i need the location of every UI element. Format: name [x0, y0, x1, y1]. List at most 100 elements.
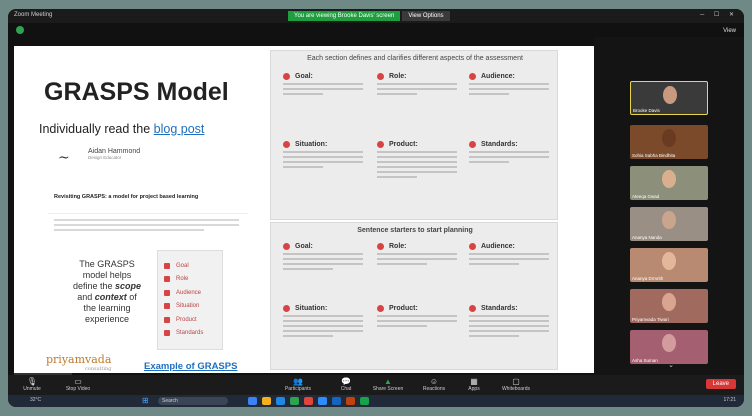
- aspect-cell: Standards:: [469, 141, 561, 163]
- participant-tile[interactable]: Priyamvada Tiwari: [630, 289, 708, 323]
- product-icon: [377, 305, 384, 312]
- context-word: context: [94, 292, 127, 302]
- grasps-box-item: Audience: [164, 286, 216, 300]
- weather-widget[interactable]: 32°C: [30, 397, 41, 403]
- starters-panel-title: Sentence starters to start planning: [357, 227, 473, 234]
- starter-cell: Product:: [377, 305, 469, 327]
- chat-icon: 💬: [341, 377, 351, 386]
- whiteboards-label: Whiteboards: [501, 386, 531, 392]
- aspect-cell: Goal:: [283, 73, 375, 95]
- zoom-icon[interactable]: [318, 397, 327, 405]
- pin-icon: [283, 305, 290, 312]
- grasps-line: the learning: [83, 303, 131, 313]
- chevron-down-icon[interactable]: ⌄: [664, 361, 678, 371]
- view-button[interactable]: View: [723, 28, 736, 34]
- participant-tile[interactable]: Asha Suman: [630, 330, 708, 364]
- target-icon: [283, 243, 290, 250]
- folder-icon[interactable]: [262, 397, 271, 405]
- starter-cell: Audience:: [469, 243, 561, 265]
- participant-name: Sohia Sabha Bindhita: [632, 153, 676, 158]
- chat-label: Chat: [340, 386, 352, 392]
- video-button[interactable]: ▭ Stop Video: [58, 377, 98, 392]
- grasps-box-item: Situation: [164, 300, 216, 314]
- pin-icon: [164, 303, 170, 310]
- sharing-status: You are viewing Brooke Davis' screen: [288, 11, 401, 21]
- target-icon: [164, 262, 170, 269]
- participant-video: [662, 293, 676, 311]
- slide-left-column: GRASPS Model Individually read the blog …: [14, 46, 270, 373]
- windows-taskbar: 32°C ⊞ Search 17:21: [8, 395, 744, 407]
- participant-name: Brooke Davis: [633, 108, 660, 113]
- reactions-button[interactable]: ☺ Reactions: [414, 377, 454, 392]
- edge-icon[interactable]: [276, 397, 285, 405]
- participant-name: Ananya Nanda: [632, 235, 662, 240]
- standards-icon: [469, 141, 476, 148]
- apps-button[interactable]: ▦ Apps: [454, 377, 494, 392]
- encryption-icon[interactable]: [16, 26, 24, 34]
- participant-video: [663, 86, 677, 104]
- author-info: Aidan Hammond Design Educator: [88, 148, 140, 160]
- share-screen-button[interactable]: ▲ Share Screen: [368, 377, 408, 392]
- starter-cell: Situation:: [283, 305, 375, 337]
- grasps-box-label: Situation: [176, 303, 200, 310]
- participant-tile[interactable]: Ananya Drmrith: [630, 248, 708, 282]
- participant-tile[interactable]: Ateeqa Gwad: [630, 166, 708, 200]
- taskbar-search[interactable]: Search: [158, 397, 228, 405]
- sharing-banner: You are viewing Brooke Davis' screen Vie…: [288, 11, 450, 21]
- aspect-label: Audience:: [481, 73, 515, 80]
- aspect-cell: Audience:: [469, 73, 561, 95]
- apps-icon: ▦: [470, 377, 478, 386]
- camera-icon: ▭: [74, 377, 82, 386]
- scope-word: scope: [115, 281, 142, 291]
- blog-card: ~ Aidan Hammond Design Educator: [48, 144, 248, 214]
- grasps-box-item: Goal: [164, 259, 216, 273]
- standards-icon: [469, 305, 476, 312]
- grasps-line: The GRASPS: [79, 259, 135, 269]
- windows-start-icon[interactable]: ⊞: [142, 396, 149, 405]
- aspect-label: Product:: [389, 141, 418, 148]
- starter-label: Audience:: [481, 243, 515, 250]
- leave-button[interactable]: Leave: [705, 379, 736, 389]
- read-instruction: Individually read the blog post: [39, 122, 204, 136]
- starter-cell: Standards:: [469, 305, 561, 337]
- participant-tile[interactable]: Sohia Sabha Bindhita: [630, 125, 708, 159]
- app-icon[interactable]: [304, 397, 313, 405]
- grasps-fragment: of: [126, 292, 137, 302]
- clock[interactable]: 17:21: [723, 397, 736, 403]
- grasps-box-label: Goal: [176, 262, 189, 269]
- excel-icon[interactable]: [360, 397, 369, 405]
- aspects-panel: Each section defines and clarifies diffe…: [270, 50, 558, 220]
- brand-sub: consulting: [84, 366, 112, 372]
- person-icon: [377, 73, 384, 80]
- participant-tile[interactable]: Ananya Nanda: [630, 207, 708, 241]
- chrome-icon[interactable]: [290, 397, 299, 405]
- unmute-button[interactable]: 🎙 Unmute: [12, 377, 52, 392]
- powerpoint-icon[interactable]: [346, 397, 355, 405]
- blog-post-link[interactable]: blog post: [154, 122, 205, 136]
- reactions-label: Reactions: [422, 386, 446, 392]
- starter-label: Situation:: [295, 305, 328, 312]
- audience-icon: [164, 289, 170, 296]
- app-icon[interactable]: [248, 397, 257, 405]
- window-controls[interactable]: ─ ☐ ✕: [700, 11, 738, 18]
- starter-label: Standards:: [481, 305, 518, 312]
- grasps-fragment: and: [77, 292, 95, 302]
- whiteboards-button[interactable]: ▢ Whiteboards: [496, 377, 536, 392]
- example-link[interactable]: Example of GRASPS: [144, 361, 237, 372]
- starter-label: Goal:: [295, 243, 313, 250]
- window-title: Zoom Meeting: [14, 12, 53, 18]
- chat-button[interactable]: 💬 Chat: [326, 377, 366, 392]
- starters-panel: Sentence starters to start planning Goal…: [270, 222, 558, 370]
- participant-name: Ananya Drmrith: [632, 276, 664, 281]
- word-icon[interactable]: [332, 397, 341, 405]
- grasps-box-item: Role: [164, 273, 216, 287]
- participant-rail: Brooke Davis Sohia Sabha Bindhita Ateeqa…: [594, 37, 744, 375]
- person-icon: [377, 243, 384, 250]
- participants-button[interactable]: 👥 Participants: [278, 377, 318, 392]
- view-options-button[interactable]: View Options: [402, 11, 450, 21]
- participant-video: [662, 252, 676, 270]
- smile-icon: ☺: [429, 377, 439, 386]
- aspect-cell: Role:: [377, 73, 469, 95]
- read-prefix: Individually read the: [39, 122, 154, 136]
- participant-tile[interactable]: Brooke Davis: [630, 81, 708, 115]
